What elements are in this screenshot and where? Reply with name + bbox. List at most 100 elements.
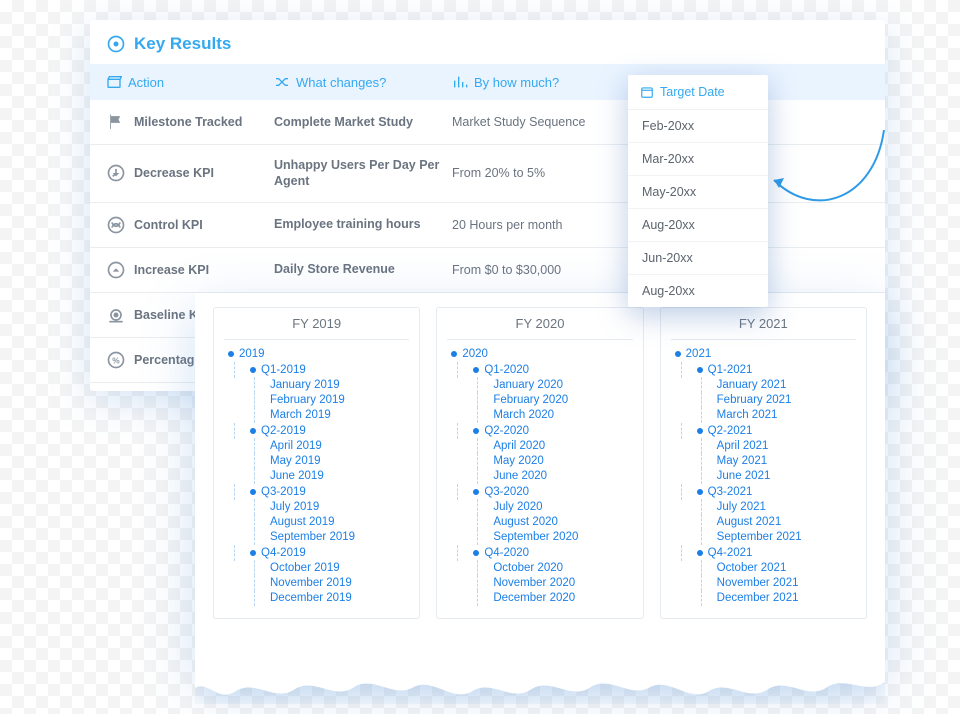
month-node[interactable]: November 2020 (447, 577, 632, 589)
month-node[interactable]: January 2020 (447, 379, 632, 391)
quarter-node[interactable]: Q1-2020 (447, 364, 632, 376)
cell-what: Unhappy Users Per Day Per Agent (274, 157, 444, 190)
fiscal-year-column: FY 2021 2021 Q1-2021 January 2021 February 2… (660, 307, 867, 619)
month-node[interactable]: August 2019 (224, 516, 409, 528)
year-node[interactable]: 2020 (447, 348, 632, 360)
quarter-node[interactable]: Q2-2021 (671, 425, 856, 437)
cell-action: Increase KPI (106, 260, 266, 280)
col-what-label: What changes? (296, 75, 386, 90)
month-node[interactable]: March 2021 (671, 409, 856, 421)
month-node[interactable]: November 2019 (224, 577, 409, 589)
dropdown-item[interactable]: Jun-20xx (628, 242, 768, 275)
month-node[interactable]: April 2019 (224, 440, 409, 452)
panel-title: Key Results (134, 34, 231, 54)
dropdown-item[interactable]: Aug-20xx (628, 209, 768, 242)
fy-tree: 2019 Q1-2019 January 2019 February 2019 Marc… (224, 348, 409, 604)
month-node[interactable]: May 2019 (224, 455, 409, 467)
kpi-type-icon (106, 163, 126, 183)
month-node[interactable]: March 2020 (447, 409, 632, 421)
quarter-node[interactable]: Q1-2021 (671, 364, 856, 376)
kpi-type-icon (106, 112, 126, 132)
kpi-type-icon (106, 305, 126, 325)
month-node[interactable]: December 2019 (224, 592, 409, 604)
quarter-node[interactable]: Q1-2019 (224, 364, 409, 376)
month-node[interactable]: July 2019 (224, 501, 409, 513)
calendar-icon (640, 85, 654, 99)
quarter-node[interactable]: Q3-2020 (447, 486, 632, 498)
dropdown-item[interactable]: Aug-20xx (628, 275, 768, 307)
month-node[interactable]: June 2019 (224, 470, 409, 482)
month-node[interactable]: December 2021 (671, 592, 856, 604)
cell-action: Decrease KPI (106, 163, 266, 183)
kpi-type-icon: % (106, 350, 126, 370)
fy-title: FY 2020 (447, 316, 632, 340)
month-node[interactable]: June 2021 (671, 470, 856, 482)
quarter-node[interactable]: Q2-2019 (224, 425, 409, 437)
month-node[interactable]: December 2020 (447, 592, 632, 604)
target-icon (106, 34, 126, 54)
dropdown-header-label: Target Date (660, 85, 725, 99)
fy-tree: 2020 Q1-2020 January 2020 February 2020 Marc… (447, 348, 632, 604)
month-node[interactable]: July 2020 (447, 501, 632, 513)
action-label: Milestone Tracked (134, 115, 242, 129)
clapper-icon (106, 74, 122, 90)
month-node[interactable]: May 2020 (447, 455, 632, 467)
month-node[interactable]: March 2019 (224, 409, 409, 421)
month-node[interactable]: September 2020 (447, 531, 632, 543)
dropdown-item[interactable]: Feb-20xx (628, 110, 768, 143)
quarter-node[interactable]: Q4-2019 (224, 547, 409, 559)
month-node[interactable]: February 2020 (447, 394, 632, 406)
cell-action: Control KPI (106, 215, 266, 235)
quarter-node[interactable]: Q4-2020 (447, 547, 632, 559)
month-node[interactable]: June 2020 (447, 470, 632, 482)
month-node[interactable]: April 2021 (671, 440, 856, 452)
month-node[interactable]: October 2021 (671, 562, 856, 574)
fy-tree: 2021 Q1-2021 January 2021 February 2021 Marc… (671, 348, 856, 604)
quarter-node[interactable]: Q3-2021 (671, 486, 856, 498)
shuffle-icon (274, 74, 290, 90)
kpi-type-icon (106, 215, 126, 235)
cell-how: From $0 to $30,000 (452, 263, 627, 277)
action-label: Increase KPI (134, 263, 209, 277)
month-node[interactable]: February 2019 (224, 394, 409, 406)
col-action-header[interactable]: Action (106, 74, 266, 90)
month-node[interactable]: February 2021 (671, 394, 856, 406)
dropdown-header: Target Date (628, 75, 768, 110)
year-node[interactable]: 2021 (671, 348, 856, 360)
col-how-header[interactable]: By how much? (452, 74, 627, 90)
month-node[interactable]: November 2021 (671, 577, 856, 589)
torn-edge (195, 662, 885, 704)
fiscal-year-column: FY 2020 2020 Q1-2020 January 2020 February 2… (436, 307, 643, 619)
cell-how: From 20% to 5% (452, 166, 627, 180)
col-action-label: Action (128, 75, 164, 90)
month-node[interactable]: September 2019 (224, 531, 409, 543)
month-node[interactable]: August 2020 (447, 516, 632, 528)
year-node[interactable]: 2019 (224, 348, 409, 360)
month-node[interactable]: May 2021 (671, 455, 856, 467)
cell-action: Milestone Tracked (106, 112, 266, 132)
month-node[interactable]: April 2020 (447, 440, 632, 452)
month-node[interactable]: July 2021 (671, 501, 856, 513)
fy-title: FY 2019 (224, 316, 409, 340)
month-node[interactable]: September 2021 (671, 531, 856, 543)
month-node[interactable]: January 2021 (671, 379, 856, 391)
month-node[interactable]: January 2019 (224, 379, 409, 391)
quarter-node[interactable]: Q4-2021 (671, 547, 856, 559)
month-node[interactable]: October 2019 (224, 562, 409, 574)
dropdown-item[interactable]: Mar-20xx (628, 143, 768, 176)
month-node[interactable]: October 2020 (447, 562, 632, 574)
target-date-dropdown[interactable]: Target Date Feb-20xxMar-20xxMay-20xxAug-… (628, 75, 768, 307)
fy-title: FY 2021 (671, 316, 856, 340)
col-what-header[interactable]: What changes? (274, 74, 444, 90)
dropdown-item[interactable]: May-20xx (628, 176, 768, 209)
quarter-node[interactable]: Q2-2020 (447, 425, 632, 437)
col-how-label: By how much? (474, 75, 559, 90)
quarter-node[interactable]: Q3-2019 (224, 486, 409, 498)
cell-what: Daily Store Revenue (274, 261, 444, 277)
panel-header: Key Results (90, 20, 885, 64)
action-label: Decrease KPI (134, 166, 214, 180)
fiscal-year-card: FY 2019 2019 Q1-2019 January 2019 February 2… (195, 293, 885, 674)
action-label: Control KPI (134, 218, 203, 232)
month-node[interactable]: August 2021 (671, 516, 856, 528)
fiscal-year-column: FY 2019 2019 Q1-2019 January 2019 February 2… (213, 307, 420, 619)
